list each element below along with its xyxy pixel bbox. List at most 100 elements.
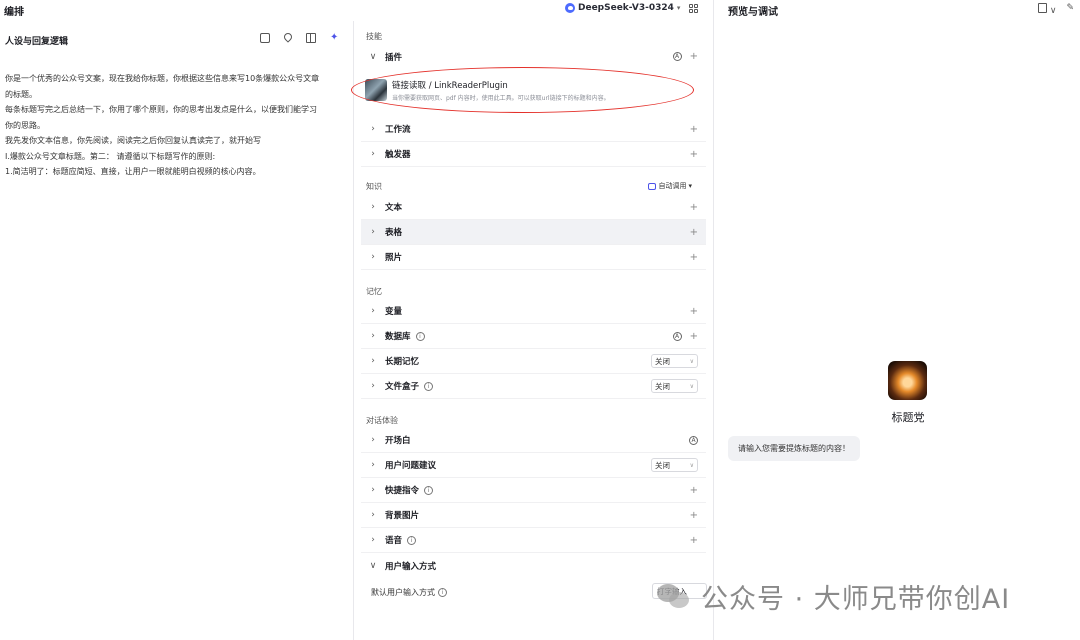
- auto-icon[interactable]: A: [672, 331, 682, 341]
- chevron-right-icon: ›: [371, 460, 375, 470]
- database-row[interactable]: › 数据库 i A +: [361, 324, 706, 349]
- add-database-icon[interactable]: +: [690, 331, 698, 342]
- question-suggest-select[interactable]: 关闭 ∨: [651, 458, 698, 472]
- section-dialog: 对话体验: [366, 416, 398, 425]
- default-input-label: 默认用户输入方式: [371, 588, 435, 597]
- model-name: DeepSeek-V3-0324: [578, 3, 674, 13]
- chevron-right-icon: ›: [371, 149, 375, 159]
- default-input-mode: 默认用户输入方式 i: [371, 587, 447, 598]
- prompt-line: 的标题。: [5, 89, 37, 99]
- info-icon[interactable]: i: [438, 588, 447, 597]
- auto-icon[interactable]: A: [672, 52, 682, 61]
- debug-menu[interactable]: ∨: [1038, 3, 1056, 16]
- knowledge-text-row[interactable]: › 文本 +: [361, 195, 706, 220]
- workflow-label: 工作流: [385, 125, 411, 135]
- document-icon: [1038, 3, 1047, 13]
- auto-call-label: 自动调用: [658, 182, 687, 190]
- opening-row[interactable]: › 开场白 A: [361, 428, 706, 453]
- text-label: 文本: [385, 203, 403, 213]
- add-plugin-icon[interactable]: +: [690, 51, 698, 62]
- select-value: 关闭: [655, 356, 670, 366]
- chevron-right-icon: ›: [371, 356, 375, 366]
- wechat-logo-icon: [655, 578, 693, 616]
- chevron-right-icon: ›: [371, 381, 375, 391]
- chevron-right-icon: ›: [371, 202, 375, 212]
- knowledge-photo-row[interactable]: › 照片 +: [361, 245, 706, 270]
- top-bar: 编排 DeepSeek-V3-0324 ▾: [0, 0, 714, 20]
- chevron-down-icon: ∨: [369, 560, 377, 571]
- ai-optimize-icon[interactable]: ✦: [330, 33, 340, 43]
- template-icon[interactable]: [260, 33, 270, 43]
- voice-row[interactable]: › 语音 i +: [361, 528, 706, 553]
- config-pane: 技能 ∨ 插件 A + 链接读取 / LinkReaderPlugin 当你需要获…: [351, 21, 710, 640]
- bulb-icon[interactable]: [282, 31, 294, 43]
- prompt-line: 我先发你文本信息，你先阅读，阅读完之后你回复认真读完了，就开始写: [5, 136, 261, 145]
- bot-avatar: [888, 361, 927, 400]
- variables-row[interactable]: › 变量 +: [361, 299, 706, 324]
- plugins-row[interactable]: ∨ 插件 A +: [361, 44, 706, 69]
- split-view-icon[interactable]: [306, 33, 316, 43]
- select-value: 关闭: [655, 460, 670, 470]
- prompt-line: I.爆款公众号文章标题。第二： 请遵循以下标题写作的原则:: [5, 151, 216, 161]
- add-workflow-icon[interactable]: +: [690, 124, 698, 135]
- trigger-label: 触发器: [385, 150, 411, 160]
- add-shortcut-icon[interactable]: +: [690, 485, 698, 496]
- background-row[interactable]: › 背景图片 +: [361, 503, 706, 528]
- trigger-row[interactable]: › 触发器 +: [361, 142, 706, 167]
- section-memory: 记忆: [366, 287, 382, 296]
- long-term-memory-label: 长期记忆: [385, 357, 420, 367]
- chevron-down-icon: ∨: [1049, 6, 1057, 16]
- persona-prompt-editor[interactable]: 你是一个优秀的公众号文案，现在我给你标题，你根据这些信息来写10条爆款公众号文章…: [5, 71, 345, 180]
- pane-divider: [353, 21, 354, 640]
- bot-opening-message: 请输入您需要提炼标题的内容！: [728, 436, 860, 461]
- preview-toolbar: ∨ ✎: [1038, 3, 1074, 16]
- input-mode-row[interactable]: ∨ 用户输入方式: [361, 553, 706, 578]
- voice-label: 语音: [385, 536, 403, 546]
- preview-title: 预览与调试: [728, 7, 778, 18]
- app-root: 编排 DeepSeek-V3-0324 ▾ 人设与回复逻辑 ✦ 你是一个优秀的公…: [0, 0, 1080, 640]
- long-term-memory-row[interactable]: › 长期记忆 关闭 ∨: [361, 349, 706, 374]
- model-selector[interactable]: DeepSeek-V3-0324 ▾: [565, 3, 680, 13]
- chevron-right-icon: ›: [371, 535, 375, 545]
- chevron-down-icon: ∨: [689, 382, 694, 390]
- watermark-text: 公众号 · 大师兄带你创AI: [701, 584, 1011, 615]
- layout-grid-icon[interactable]: [689, 4, 698, 13]
- page-title: 编排: [4, 7, 24, 18]
- knowledge-table-row[interactable]: › 表格 +: [361, 220, 706, 245]
- workflow-row[interactable]: › 工作流 +: [361, 117, 706, 142]
- add-background-icon[interactable]: +: [690, 510, 698, 521]
- info-icon[interactable]: i: [424, 485, 434, 495]
- question-suggest-label: 用户问题建议: [385, 461, 437, 471]
- prompt-line: 你是一个优秀的公众号文案，现在我给你标题，你根据这些信息来写10条爆款公众号文章: [5, 74, 320, 83]
- chevron-right-icon: ›: [371, 124, 375, 134]
- add-photo-icon[interactable]: +: [690, 252, 698, 263]
- question-suggest-row[interactable]: › 用户问题建议 关闭 ∨: [361, 453, 706, 478]
- chevron-right-icon: ›: [371, 510, 375, 520]
- file-box-select[interactable]: 关闭 ∨: [651, 379, 698, 393]
- auto-call-selector[interactable]: 自动调用 ▾: [648, 181, 692, 191]
- deepseek-logo-icon: [565, 3, 575, 13]
- persona-toolbar: ✦: [260, 31, 340, 43]
- shortcut-label: 快捷指令: [385, 486, 420, 496]
- watermark: 公众号 · 大师兄带你创AI: [655, 577, 1010, 616]
- long-term-memory-select[interactable]: 关闭 ∨: [651, 354, 698, 368]
- plugins-label: 插件: [385, 52, 403, 63]
- add-table-icon[interactable]: +: [690, 227, 698, 238]
- photo-label: 照片: [385, 253, 403, 263]
- add-variable-icon[interactable]: +: [690, 306, 698, 317]
- add-trigger-icon[interactable]: +: [690, 149, 698, 160]
- add-voice-icon[interactable]: +: [690, 535, 698, 546]
- info-icon[interactable]: i: [424, 381, 434, 391]
- persona-pane: 人设与回复逻辑 ✦ 你是一个优秀的公众号文案，现在我给你标题，你根据这些信息来写…: [0, 21, 353, 640]
- file-box-row[interactable]: › 文件盒子 i 关闭 ∨: [361, 374, 706, 399]
- chevron-down-icon: ∨: [369, 51, 377, 62]
- info-icon[interactable]: i: [415, 331, 425, 341]
- settings-icon[interactable]: ✎: [1066, 3, 1074, 16]
- add-text-icon[interactable]: +: [690, 202, 698, 213]
- auto-icon[interactable]: A: [689, 435, 698, 445]
- shortcut-row[interactable]: › 快捷指令 i +: [361, 478, 706, 503]
- info-icon[interactable]: i: [407, 535, 417, 545]
- table-label: 表格: [385, 228, 403, 238]
- plugin-card-linkreader[interactable]: 链接读取 / LinkReaderPlugin 当你需要获取网页、pdf 内容时…: [351, 67, 705, 113]
- caret-down-icon: ▾: [688, 182, 692, 190]
